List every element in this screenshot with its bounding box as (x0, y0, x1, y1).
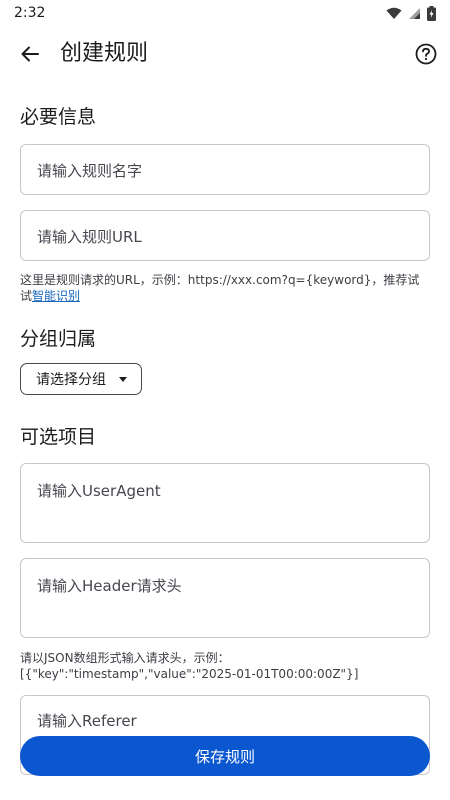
back-button[interactable] (14, 38, 46, 70)
status-time: 2:32 (14, 5, 46, 21)
section-title-optional: 可选项目 (20, 426, 97, 448)
app-bar: 创建规则 (0, 26, 450, 82)
section-title-group: 分组归属 (20, 328, 97, 350)
rule-url-placeholder: 请输入规则URL (37, 228, 142, 246)
wifi-icon (386, 7, 402, 19)
header-helper-text: 请以JSON数组形式输入请求头，示例： [{"key":"timestamp",… (20, 650, 430, 682)
user-agent-input[interactable]: 请输入UserAgent (20, 463, 430, 543)
help-circle-icon (415, 43, 437, 65)
header-placeholder: 请输入Header请求头 (37, 577, 182, 595)
header-hint-line2: [{"key":"timestamp","value":"2025-01-01T… (20, 667, 359, 681)
page-title: 创建规则 (60, 41, 149, 66)
form-content[interactable]: 必要信息 请输入规则名字 请输入规则URL 这里是规则请求的URL，示例：htt… (0, 82, 450, 800)
rule-url-input[interactable]: 请输入规则URL (20, 210, 430, 261)
cell-signal-icon (409, 7, 420, 19)
dropdown-caret-icon (119, 377, 127, 382)
battery-icon (427, 5, 436, 21)
header-hint-line1: 请以JSON数组形式输入请求头，示例： (20, 651, 230, 665)
help-button[interactable] (412, 40, 440, 68)
save-rule-button[interactable]: 保存规则 (20, 736, 430, 776)
status-bar: 2:32 (0, 0, 450, 26)
group-select-label: 请选择分组 (36, 372, 106, 388)
rule-name-input[interactable]: 请输入规则名字 (20, 144, 430, 195)
section-title-required: 必要信息 (20, 106, 97, 128)
url-helper-text: 这里是规则请求的URL，示例：https://xxx.com?q={keywor… (20, 272, 430, 304)
user-agent-placeholder: 请输入UserAgent (37, 482, 161, 500)
group-select-dropdown[interactable]: 请选择分组 (20, 363, 142, 395)
arrow-back-icon (21, 46, 39, 62)
smart-recognize-link[interactable]: 智能识别 (32, 289, 80, 303)
header-input[interactable]: 请输入Header请求头 (20, 558, 430, 638)
status-icons (386, 5, 436, 21)
referer-placeholder: 请输入Referer (37, 712, 137, 730)
rule-name-placeholder: 请输入规则名字 (37, 162, 143, 180)
